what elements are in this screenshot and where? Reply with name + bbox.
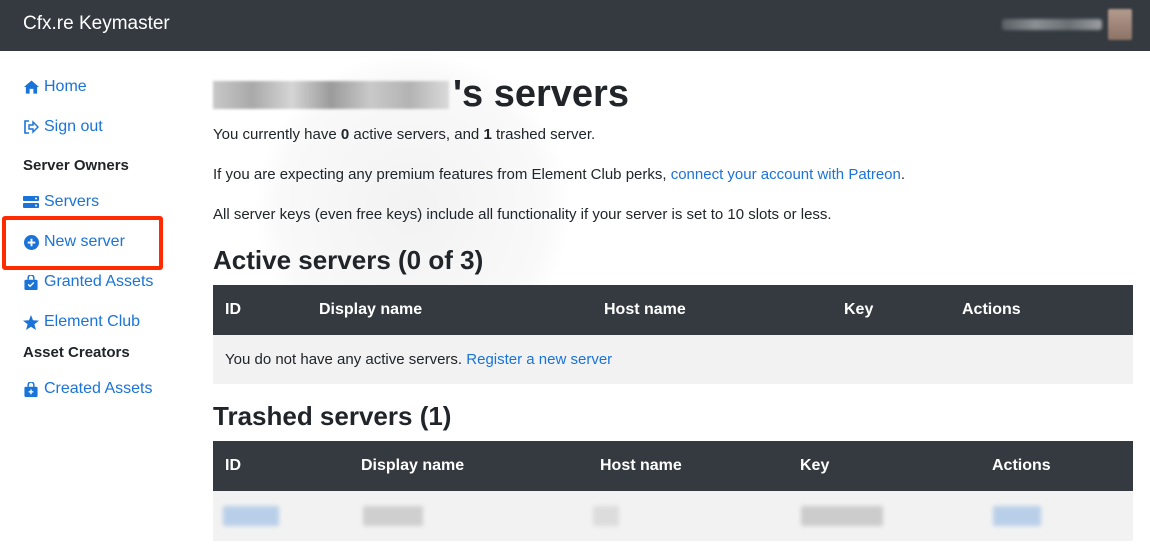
page-title: 's servers: [213, 73, 629, 116]
user-name-redacted: [1002, 19, 1102, 30]
column-header-key: Key: [800, 457, 830, 474]
active-servers-title: Active servers (0 of 3): [213, 245, 484, 275]
trashed-count: 1: [483, 126, 492, 143]
table-row[interactable]: [213, 491, 1133, 541]
column-header-host-name: Host name: [600, 457, 682, 474]
column-header-key: Key: [844, 301, 874, 318]
sidebar-item-label: Created Assets: [44, 380, 153, 397]
table-header: ID Display name Host name Key Actions: [213, 285, 1133, 335]
redacted-actions-cell[interactable]: [993, 506, 1041, 526]
column-header-host-name: Host name: [604, 301, 686, 318]
redacted-host-name-cell: [593, 506, 619, 526]
sidebar-item-servers[interactable]: Servers: [23, 193, 99, 211]
active-count: 0: [340, 126, 350, 143]
sidebar-item-created-assets[interactable]: Created Assets: [23, 380, 153, 398]
column-header-actions: Actions: [992, 457, 1051, 474]
sidebar-item-label: Sign out: [44, 118, 103, 135]
shopping-bag-icon: [23, 381, 39, 397]
star-icon: [23, 314, 39, 330]
redacted-key-cell: [801, 506, 883, 526]
redacted-id-cell: [223, 506, 279, 526]
column-header-display-name: Display name: [361, 457, 465, 474]
trashed-servers-table: ID Display name Host name Key Actions: [213, 441, 1133, 541]
active-servers-table: ID Display name Host name Key Actions Yo…: [213, 285, 1133, 384]
sidebar-item-granted-assets[interactable]: Granted Assets: [23, 273, 153, 291]
shopping-bag-icon: [23, 274, 39, 290]
servers-summary: You currently have 0 active servers, and…: [213, 126, 596, 143]
column-header-id: ID: [225, 457, 241, 474]
page-title-suffix: 's servers: [453, 73, 629, 115]
sidebar-item-new-server[interactable]: New server: [23, 233, 125, 251]
sidebar-item-label: Home: [44, 78, 87, 95]
home-icon: [23, 79, 39, 95]
keys-note: All server keys (even free keys) include…: [213, 206, 832, 223]
patreon-link[interactable]: connect your account with Patreon: [671, 166, 901, 183]
column-header-actions: Actions: [962, 301, 1021, 318]
sidebar-item-label: Granted Assets: [44, 273, 154, 290]
sidebar-item-sign-out[interactable]: Sign out: [23, 118, 103, 136]
sidebar-item-home[interactable]: Home: [23, 78, 87, 96]
top-navbar: Cfx.re Keymaster: [0, 0, 1150, 51]
register-server-link[interactable]: Register a new server: [466, 351, 612, 368]
column-header-display-name: Display name: [319, 301, 423, 318]
sidebar: Home Sign out Server Owners Servers New …: [0, 51, 190, 552]
sidebar-heading-asset-creators: Asset Creators: [23, 344, 130, 361]
sidebar-item-element-club[interactable]: Element Club: [23, 313, 140, 331]
empty-state-row: You do not have any active servers. Regi…: [213, 335, 1133, 384]
sidebar-item-label: Element Club: [44, 313, 141, 330]
column-header-id: ID: [225, 301, 241, 318]
servers-icon: [23, 194, 39, 210]
table-header: ID Display name Host name Key Actions: [213, 441, 1133, 491]
plus-circle-icon: [23, 234, 39, 250]
avatar: [1108, 9, 1132, 40]
trashed-servers-title: Trashed servers (1): [213, 401, 452, 431]
sidebar-item-label: New server: [44, 233, 125, 250]
user-menu[interactable]: [1002, 9, 1132, 40]
patreon-note: If you are expecting any premium feature…: [213, 166, 906, 183]
username-redacted: [213, 80, 449, 109]
redacted-display-name-cell: [363, 506, 423, 526]
brand-title[interactable]: Cfx.re Keymaster: [23, 13, 170, 35]
sidebar-heading-server-owners: Server Owners: [23, 157, 129, 174]
sign-out-icon: [23, 119, 39, 135]
sidebar-item-label: Servers: [44, 193, 100, 210]
